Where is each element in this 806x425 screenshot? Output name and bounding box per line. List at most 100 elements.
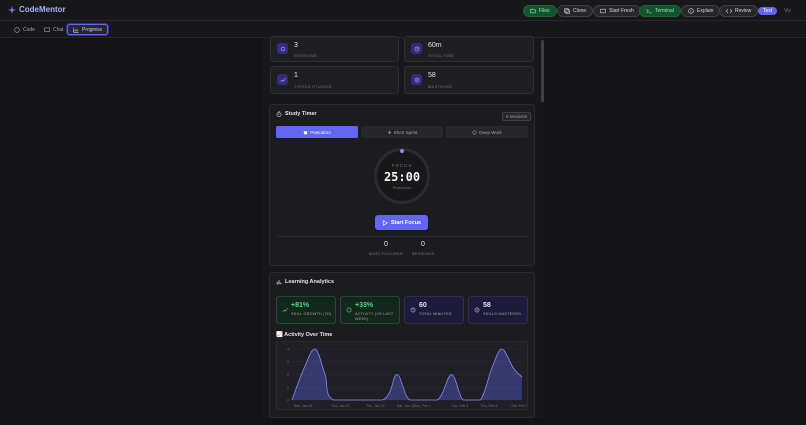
clone-button[interactable]: Clone [557,5,594,17]
clone-label: Clone [573,8,587,14]
files-button[interactable]: Files [523,5,557,17]
logo-icon [8,5,16,14]
lightning-icon [387,129,391,135]
stat-card-total-time: 60m TOTAL TIME [404,36,534,62]
tab-progress-label: Progress [82,26,103,33]
stat-card-mastered: 58 MASTERED [404,66,534,94]
info-icon [688,8,694,14]
tab-progress[interactable]: Progress [67,24,109,35]
mode-pomodoro[interactable]: Pomodoro [276,126,358,138]
mode-pomodoro-label: Pomodoro [310,129,331,135]
mins-focused-stat: 0 MINS FOCUSED [366,241,406,256]
activity-icon [346,307,352,313]
terminal-icon [646,8,652,14]
total-minutes-label: TOTAL MINUTES [419,312,452,316]
terminal-button[interactable]: Terminal [639,5,681,17]
stat-value: 3 [294,42,298,49]
code-tab-icon [14,26,20,33]
y-tick-label: 2 [287,373,289,377]
activity-value: +33% [355,302,374,309]
clock-icon [410,307,416,313]
x-tick-label: Sun, Jan 26 [294,404,313,408]
timer-divider [276,236,528,237]
focus-label: FOCUS [391,163,413,168]
tab-code-label: Code [23,26,35,33]
timer-display: 25:00 [383,170,421,184]
progress-icon [73,27,79,33]
analytics-title: Learning Analytics [276,279,334,285]
clone-icon [564,8,570,14]
sessions-stat: 0 SESSIONS [403,241,443,256]
skills-mastered-value: 58 [483,302,491,309]
target-icon [474,307,480,313]
start-fresh-button[interactable]: Start Fresh [593,5,641,17]
stat-value: 60m [428,42,442,49]
scrollbar[interactable] [541,40,544,102]
y-tick-label: 4 [287,347,289,351]
refresh-icon [600,8,606,14]
tomato-icon [303,130,308,134]
tab-chat[interactable]: Chat [39,24,69,35]
timer-mode-label: Pomodoro [392,185,412,190]
stat-label: TOTAL TIME [428,53,454,58]
explain-button[interactable]: Explain [681,5,721,17]
analytics-title-text: Learning Analytics [285,279,335,285]
play-icon [382,219,388,226]
text-toggle[interactable]: Text [758,7,778,15]
total-minutes-value: 60 [419,302,427,309]
skill-growth-card: +81% SKILL GROWTH (7D) [276,296,336,324]
review-label: Review [735,8,752,14]
mins-focused-label: MINS FOCUSED [368,251,404,256]
x-tick-label: Tue, Feb 3 [451,404,468,408]
x-tick-label: Sun, Feb 1 [414,404,431,408]
activity-chart-frame: 0 1 2 3 4 Sun, Jan 26 Tue, Jan 27 Thu, Jan 29 Sa… [276,341,528,410]
stat-label: SESSIONS [294,53,317,58]
stat-label: MASTERED [428,84,453,89]
activity-label: ACTIVITY (VS LAST WEEK) [355,312,394,321]
trend-up-icon [282,308,288,313]
review-button[interactable]: Review [719,5,759,17]
brain-icon [472,130,477,134]
code-icon [726,9,732,13]
stat-card-sessions: 3 SESSIONS [270,36,399,62]
timer-icon [276,111,282,117]
activity-chart-title: 📈 Activity Over Time [276,332,333,338]
x-tick-label: Sat, Feb 7 [511,404,527,408]
app-brand[interactable]: CodeMentor [8,5,66,14]
sessions-label: SESSIONS [411,251,435,256]
start-fresh-label: Start Fresh [609,8,634,14]
sessions-badge: 0 sessions [502,112,532,121]
mode-deep-work[interactable]: Deep Work [446,126,528,138]
mode-short-sprint-label: Short Sprint [393,129,418,135]
start-focus-label: Start Focus [390,219,422,226]
start-focus-button[interactable]: Start Focus [375,215,428,230]
viz-toggle[interactable]: Viz [778,7,797,15]
y-tick-label: 1 [287,386,289,390]
mode-short-sprint[interactable]: Short Sprint [361,126,443,138]
tab-chat-label: Chat [53,26,64,33]
activity-chart: 0 1 2 3 4 Sun, Jan 26 Tue, Jan 27 Thu, Jan 29 Sa… [287,347,528,408]
y-tick-label: 0 [287,398,289,402]
stat-value: 1 [294,72,298,79]
stat-value: 58 [428,72,436,79]
study-timer-title: Study Timer [276,111,317,117]
tab-code[interactable]: Code [9,24,40,35]
top-toolbar: CodeMentor Files Clone Start Fresh Termi… [0,0,806,21]
total-minutes-card: 60 TOTAL MINUTES [404,296,464,324]
bar-chart-icon [276,280,282,285]
x-tick-label: Thu, Feb 5 [481,404,498,408]
skill-growth-value: +81% [291,302,310,309]
folder-icon [530,8,536,14]
skills-mastered-card: 58 SKILLS MASTERED [468,296,528,324]
clock-icon [411,43,422,54]
mode-deep-work-label: Deep Work [479,129,502,135]
files-label: Files [539,8,550,14]
view-tabs: Code Chat Progress [0,21,806,38]
x-tick-label: Tue, Jan 27 [331,404,349,408]
text-toggle-label: Text [763,8,773,14]
skills-mastered-label: SKILLS MASTERED [483,312,522,316]
stat-label: TOPICS STUDIED [294,84,332,89]
skill-growth-label: SKILL GROWTH (7D) [291,312,332,316]
x-tick-label: Sat, Jan 31 [397,404,415,408]
chat-icon [44,27,50,32]
